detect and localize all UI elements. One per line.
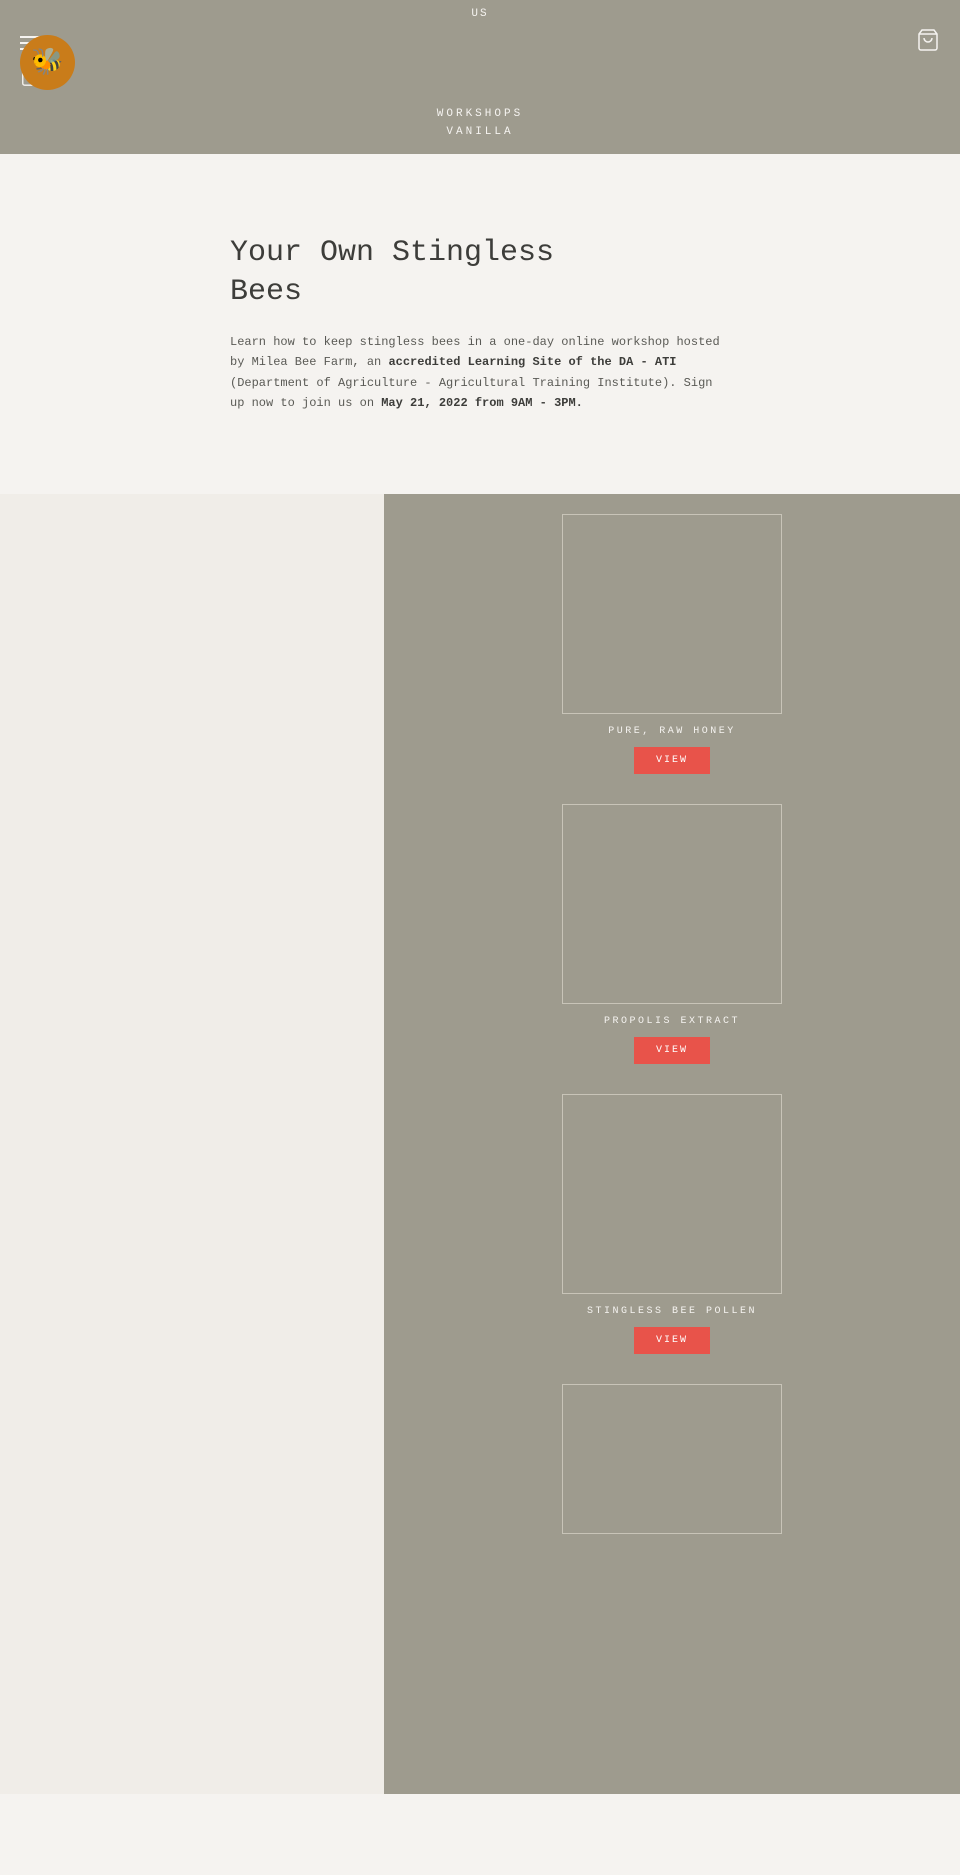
hero-content: Your Own StinglessBees Learn how to keep… — [230, 234, 730, 414]
view-button-pollen[interactable]: VIEW — [634, 1327, 710, 1354]
product-card-4 — [562, 1384, 782, 1546]
nav-vanilla-link[interactable]: VANILLA — [446, 126, 513, 138]
hero-description: Learn how to keep stingless bees in a on… — [230, 332, 730, 414]
logo-icon: 🐝 — [31, 47, 63, 78]
cart-icon — [916, 28, 940, 52]
site-header: US 🐝 — [0, 0, 960, 154]
product-name-propolis: PROPOLIS EXTRACT — [562, 1016, 782, 1027]
nav-us-link[interactable]: US — [471, 8, 488, 20]
product-image-4 — [562, 1384, 782, 1534]
product-name-pollen: STINGLESS BEE POLLEN — [562, 1306, 782, 1317]
product-image-pollen — [562, 1094, 782, 1294]
hero-title: Your Own StinglessBees — [230, 234, 730, 312]
products-section: PURE, RAW HONEY VIEW PROPOLIS EXTRACT VI… — [0, 494, 960, 1794]
logo[interactable]: 🐝 — [20, 35, 75, 90]
product-image-propolis — [562, 804, 782, 1004]
nav-workshops-link[interactable]: WORKSHOPS — [437, 108, 523, 120]
view-button-honey[interactable]: VIEW — [634, 747, 710, 774]
view-button-propolis[interactable]: VIEW — [634, 1037, 710, 1064]
product-image-honey — [562, 514, 782, 714]
products-right-panel: PURE, RAW HONEY VIEW PROPOLIS EXTRACT VI… — [384, 494, 960, 1794]
cart-button[interactable] — [916, 28, 940, 57]
product-name-honey: PURE, RAW HONEY — [562, 726, 782, 737]
product-card-pollen: STINGLESS BEE POLLEN VIEW — [562, 1094, 782, 1374]
products-left-panel — [0, 494, 384, 1794]
product-card-honey: PURE, RAW HONEY VIEW — [562, 514, 782, 794]
logo-circle: 🐝 — [20, 35, 75, 90]
product-card-propolis: PROPOLIS EXTRACT VIEW — [562, 804, 782, 1084]
hero-section: Your Own StinglessBees Learn how to keep… — [0, 154, 960, 494]
